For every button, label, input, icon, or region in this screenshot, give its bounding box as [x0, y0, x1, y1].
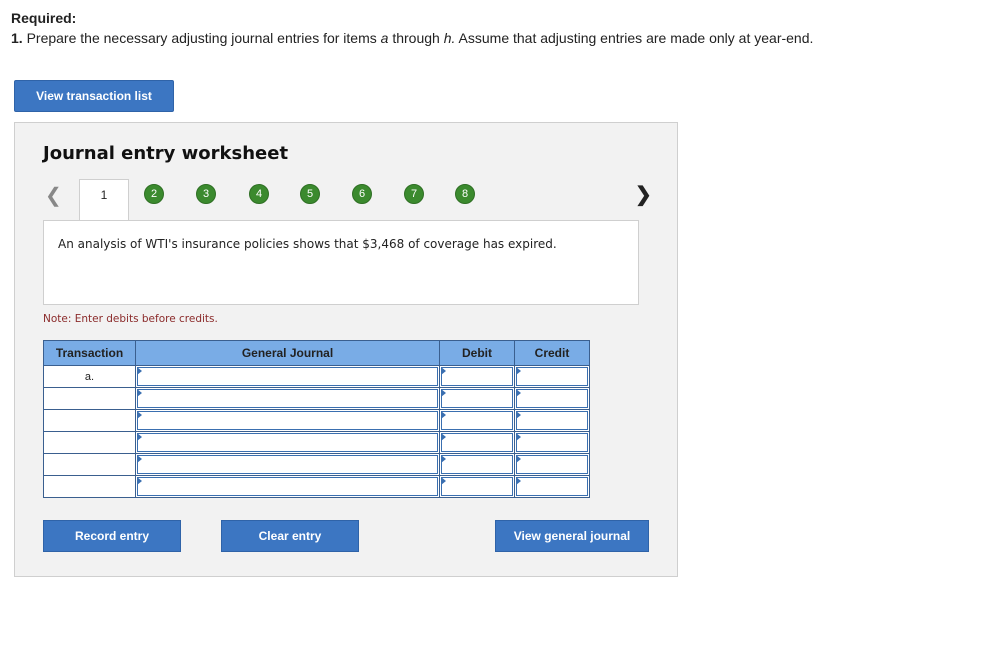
- step-4[interactable]: 4: [249, 184, 269, 204]
- chevron-right-icon[interactable]: ❯: [635, 182, 652, 207]
- table-row: [43, 409, 590, 432]
- instruction-text-2: Assume that adjusting entries are made o…: [458, 30, 814, 46]
- credit-input[interactable]: [514, 387, 590, 410]
- transaction-cell: [43, 431, 136, 454]
- debit-input[interactable]: [439, 475, 515, 498]
- clear-entry-button[interactable]: Clear entry: [221, 520, 359, 552]
- view-transaction-list-button[interactable]: View transaction list: [14, 80, 174, 112]
- step-5[interactable]: 5: [300, 184, 320, 204]
- transaction-description: An analysis of WTI's insurance policies …: [43, 220, 639, 305]
- instruction-through: through: [392, 30, 440, 46]
- item-end: h.: [443, 30, 456, 46]
- step-2[interactable]: 2: [144, 184, 164, 204]
- account-select[interactable]: [135, 387, 440, 410]
- account-select[interactable]: [135, 431, 440, 454]
- transaction-cell: a.: [43, 365, 136, 388]
- journal-entry-worksheet: Journal entry worksheet ❮ 1 2 3 4 5 6 7 …: [14, 122, 678, 577]
- required-heading: Required:: [11, 10, 77, 26]
- step-3[interactable]: 3: [196, 184, 216, 204]
- record-entry-button[interactable]: Record entry: [43, 520, 181, 552]
- worksheet-title: Journal entry worksheet: [43, 143, 289, 164]
- chevron-left-icon[interactable]: ❮: [45, 183, 62, 208]
- debit-input[interactable]: [439, 409, 515, 432]
- account-select[interactable]: [135, 453, 440, 476]
- note-text: Note: Enter debits before credits.: [43, 313, 218, 325]
- instruction-number: 1.: [11, 30, 23, 46]
- credit-input[interactable]: [514, 431, 590, 454]
- view-general-journal-button[interactable]: View general journal: [495, 520, 649, 552]
- col-header-general-journal: General Journal: [135, 340, 440, 366]
- transaction-cell: [43, 453, 136, 476]
- col-header-credit: Credit: [514, 340, 590, 366]
- credit-input[interactable]: [514, 453, 590, 476]
- transaction-cell: [43, 475, 136, 498]
- table-row: [43, 475, 590, 498]
- account-select[interactable]: [135, 475, 440, 498]
- instruction-text-1: Prepare the necessary adjusting journal …: [26, 30, 377, 46]
- debit-input[interactable]: [439, 365, 515, 388]
- transaction-cell: [43, 387, 136, 410]
- table-row: [43, 431, 590, 454]
- debit-input[interactable]: [439, 387, 515, 410]
- general-journal-table: Transaction General Journal Debit Credit…: [43, 340, 590, 498]
- table-row: [43, 387, 590, 410]
- table-row: [43, 453, 590, 476]
- credit-input[interactable]: [514, 409, 590, 432]
- debit-input[interactable]: [439, 431, 515, 454]
- account-select[interactable]: [135, 365, 440, 388]
- step-6[interactable]: 6: [352, 184, 372, 204]
- step-7[interactable]: 7: [404, 184, 424, 204]
- debit-input[interactable]: [439, 453, 515, 476]
- instructions: 1. Prepare the necessary adjusting journ…: [11, 30, 813, 46]
- step-8[interactable]: 8: [455, 184, 475, 204]
- credit-input[interactable]: [514, 365, 590, 388]
- transaction-cell: [43, 409, 136, 432]
- col-header-debit: Debit: [439, 340, 515, 366]
- table-row: a.: [43, 365, 590, 388]
- account-select[interactable]: [135, 409, 440, 432]
- col-header-transaction: Transaction: [43, 340, 136, 366]
- credit-input[interactable]: [514, 475, 590, 498]
- tab-1[interactable]: 1: [79, 179, 129, 221]
- item-start: a: [380, 30, 389, 46]
